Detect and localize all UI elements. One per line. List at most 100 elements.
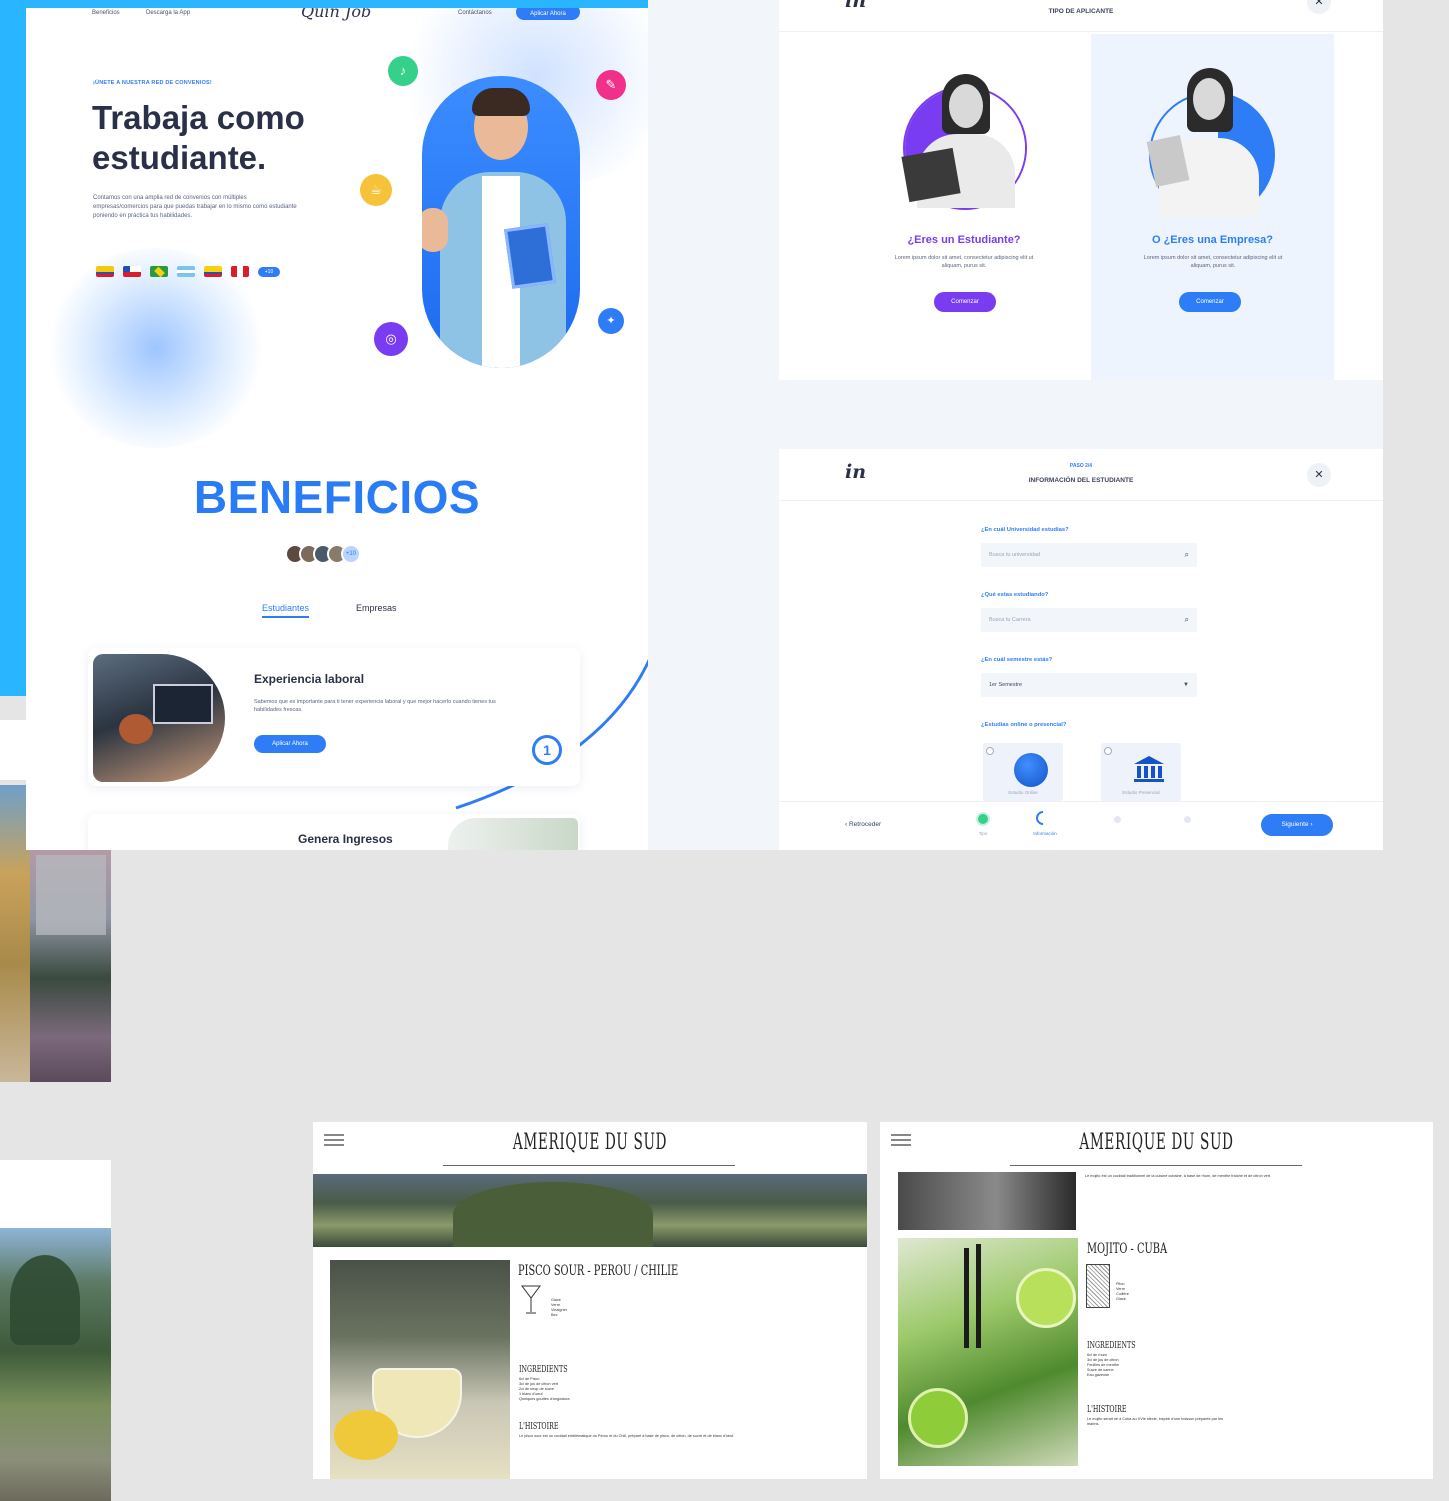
ingredient-line: Eau gazeuse (1087, 1373, 1110, 1377)
hero-eyebrow: ¡ÚNETE A NUESTRA RED DE CONVENIOS! (93, 80, 212, 86)
more-countries-badge[interactable]: +10 (258, 266, 280, 277)
student-description: Lorem ipsum dolor sit amet, consectetur … (894, 255, 1034, 269)
in-person-choice-card[interactable]: Estudio Presencial (1101, 743, 1181, 801)
benefit-card-income: Genera Ingresos (88, 814, 580, 850)
company-description: Lorem ipsum dolor sit amet, consectetur … (1143, 255, 1283, 269)
office-photo (93, 654, 225, 782)
student-info-screen: in PASO 2/4 INFORMACIÓN DEL ESTUDIANTE ✕… (779, 449, 1383, 850)
hero-description: Contamos con una amplia red de convenios… (93, 195, 297, 219)
lime-slice (1016, 1268, 1076, 1328)
modality-label: ¿Estudias online o presencial? (981, 722, 1067, 728)
card-title: Experiencia laboral (254, 672, 365, 686)
online-choice-card[interactable]: Estudio Online (983, 743, 1063, 801)
country-flags: +10 (96, 266, 280, 277)
pencil-icon: ✎ (596, 70, 626, 100)
career-placeholder: Busca tu Carrera (989, 617, 1031, 623)
company-option[interactable]: O ¿Eres una Empresa? Lorem ipsum dolor s… (1091, 34, 1334, 380)
nav-link-benefits[interactable]: Beneficios (92, 10, 120, 16)
student-start-button[interactable]: Comenzar (934, 292, 996, 312)
company-question: O ¿Eres una Empresa? (1151, 234, 1274, 246)
student-portrait-face (949, 84, 983, 128)
music-note-icon: ♪ (388, 56, 418, 86)
benefits-title: BENEFICIOS (193, 471, 481, 523)
peru-flag-icon (231, 266, 249, 277)
cocktail-heading: MOJITO - CUBA (1087, 1241, 1168, 1257)
screen-title: INFORMACIÓN DEL ESTUDIANTE (1028, 477, 1134, 484)
card-description: Sabemos que es importante para ti tener … (254, 699, 496, 713)
pisco-sour-photo (330, 1260, 510, 1479)
landing-page: Beneficios Descarga la App Quin Job Cont… (26, 8, 648, 850)
cocktail-page-pisco: AMERIQUE DU SUD PISCO SOUR - PEROU / CHI… (313, 1122, 867, 1479)
brazil-flag-icon (150, 266, 168, 277)
avatar-group: +10 (285, 544, 361, 564)
step-progress-icon (1033, 808, 1053, 828)
ingredient-line: Quelques gouttes d'angostura (519, 1397, 570, 1401)
nav-link-download[interactable]: Descarga la App (146, 10, 190, 16)
screen-header: in TIPO DE APLICANTE ✕ (779, 0, 1383, 32)
semester-value: 1er Semestre (989, 682, 1023, 688)
argentina-flag-icon (177, 266, 195, 277)
history-title: L'HISTOIRE (519, 1422, 559, 1432)
machu-picchu-photo (0, 1160, 111, 1501)
student-book (504, 223, 556, 289)
form-footer: ‹ Retroceder Tipo Información Siguiente … (779, 801, 1383, 850)
apply-now-nav-button[interactable]: Aplicar Ahora (516, 8, 580, 20)
applicant-type-screen: in TIPO DE APLICANTE ✕ ¿Eres un Estudian… (779, 0, 1383, 380)
bw-bar-photo (898, 1172, 1076, 1230)
lemon-shape (334, 1410, 398, 1460)
decorative-glow (46, 248, 266, 448)
utensil-line: Bec (551, 1313, 558, 1317)
card-title: Genera Ingresos (298, 832, 393, 846)
chile-flag-icon (123, 266, 141, 277)
title-rule (1010, 1165, 1302, 1166)
in-person-radio[interactable] (1104, 747, 1112, 755)
hamburger-menu-icon[interactable] (891, 1134, 911, 1146)
ingredients-title: INGREDIENTS (1087, 1341, 1136, 1351)
avatar-more-badge: +10 (341, 544, 361, 564)
search-icon: ⌕ (1184, 615, 1189, 624)
ingredients-list: 6cl de rhum 3cl de jus de citron Feuille… (1087, 1353, 1207, 1378)
step-dot-pending (1114, 816, 1121, 823)
cocktail-heading: PISCO SOUR - PEROU / CHILIE (518, 1263, 679, 1279)
straw-shape (964, 1248, 969, 1348)
next-button[interactable]: Siguiente › (1261, 814, 1333, 836)
career-search-input[interactable]: Busca tu Carrera ⌕ (981, 608, 1197, 632)
cocktail-page-mojito: AMERIQUE DU SUD Le mojito est un cocktai… (880, 1122, 1433, 1479)
thumbs-up-hand (422, 208, 448, 252)
utensil-line: Glace (1116, 1297, 1126, 1301)
person-shape (119, 714, 153, 744)
hamburger-menu-icon[interactable] (324, 1134, 344, 1146)
ingredients-list: 6cl de Pisco 3cl de jus de citron vert 2… (519, 1377, 679, 1402)
tab-students[interactable]: Estudiantes (262, 603, 310, 618)
utensils-list: Glace Verre Vinaigrier Bec (551, 1298, 631, 1318)
ingredients-title: INGREDIENTS (519, 1365, 568, 1375)
search-icon: ⌕ (1184, 550, 1189, 559)
hero-title: Trabaja como estudiante. (92, 99, 305, 176)
lime-slice (908, 1388, 968, 1448)
logo[interactable]: Quin Job (301, 8, 371, 21)
close-icon[interactable]: ✕ (1307, 463, 1331, 487)
university-search-input[interactable]: Busca tu universidad ⌕ (981, 543, 1197, 567)
step-indicator: PASO 2/4 (1069, 463, 1093, 469)
coffee-icon: ☕ (360, 174, 392, 206)
student-hair (472, 88, 530, 116)
tab-companies[interactable]: Empresas (356, 603, 397, 613)
step-number-badge: 1 (532, 735, 562, 765)
student-option[interactable]: ¿Eres un Estudiante? Lorem ipsum dolor s… (779, 34, 1091, 380)
ecuador-flag-icon (204, 266, 222, 277)
back-button[interactable]: ‹ Retroceder (845, 821, 881, 828)
apply-now-button[interactable]: Aplicar Ahora (254, 735, 326, 753)
semester-select[interactable]: 1er Semestre ▼ (981, 673, 1197, 697)
university-label: ¿En cuál Universidad estudias? (981, 527, 1069, 533)
step-caption: Tipo (978, 831, 988, 836)
student-portrait-books (901, 147, 961, 203)
step-dot-pending (1184, 816, 1191, 823)
history-text: Le mojito serait né à Cuba au XVIe siècl… (1087, 1417, 1224, 1426)
student-question: ¿Eres un Estudiante? (907, 234, 1021, 246)
online-radio[interactable] (986, 747, 994, 755)
intro-text: Le mojito est un cocktail traditionnel d… (1085, 1174, 1272, 1178)
company-start-button[interactable]: Comenzar (1179, 292, 1241, 312)
nav-link-contact[interactable]: Contáctanos (458, 10, 492, 16)
university-placeholder: Busca tu universidad (989, 552, 1041, 558)
next-label: Siguiente (1281, 821, 1309, 828)
